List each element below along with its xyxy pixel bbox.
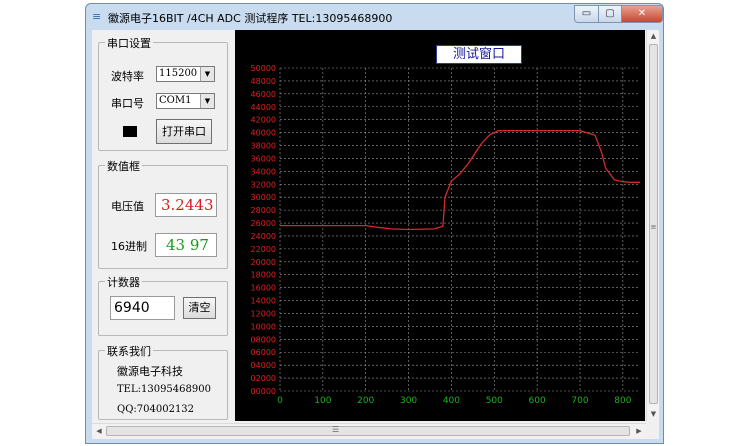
contact-group: 联系我们 徽源电子科技 TEL:13095468900 QQ:704002132 [98,343,228,420]
y-tick-label: 14000 [251,297,276,306]
y-tick-label: 22000 [251,245,276,254]
x-tick-label: 800 [614,396,631,406]
y-tick-label: 26000 [251,219,276,228]
y-tick-label: 20000 [251,258,276,267]
scroll-right-icon[interactable]: ▶ [632,424,646,438]
grip-icon: ≡ [650,223,657,231]
client-area: 串口设置 波特率 115200 ▼ 串口号 COM1 ▼ 打开串口 数值框 电压… [92,30,659,439]
baud-rate-value: 115200 [159,68,198,79]
port-label: 串口号 [111,97,144,110]
chart-area: 00000 02000 04000 06000 08000 10000 12000 14000… [235,30,645,421]
voltage-label: 电压值 [111,200,144,213]
y-tick-label: 30000 [251,193,276,202]
y-tick-label: 06000 [251,348,276,357]
count-field[interactable]: 6940 [110,296,175,320]
scroll-left-icon[interactable]: ◀ [92,424,106,438]
voltage-value: 3.2443 [155,193,217,217]
minimize-button[interactable]: ▭ [574,5,599,23]
chevron-down-icon[interactable]: ▼ [200,94,214,108]
chevron-down-icon[interactable]: ▼ [200,67,214,81]
contact-group-title: 联系我们 [105,343,153,359]
x-axis-ticks: 0 100 200 300 400 500 600 700 800 [277,396,632,406]
y-axis-ticks: 00000 02000 04000 06000 08000 10000 12000 14000… [251,64,276,396]
counter-group-title: 计数器 [105,274,142,290]
x-tick-label: 0 [277,396,283,406]
y-tick-label: 04000 [251,361,276,370]
horizontal-scrollbar[interactable]: ◀ ☰ ▶ [92,423,646,437]
y-tick-label: 50000 [251,64,276,73]
hex-value: 43 97 [155,233,217,257]
x-tick-label: 400 [443,396,460,406]
grid-layer [279,67,640,392]
y-tick-label: 24000 [251,232,276,241]
scroll-up-icon[interactable]: ▲ [647,30,660,43]
y-tick-label: 02000 [251,374,276,383]
y-tick-label: 08000 [251,335,276,344]
window-title: 徽源电子16BIT /4CH ADC 测试程序 TEL:13095468900 [108,12,393,25]
y-tick-label: 32000 [251,180,276,189]
chart-plot: 00000 02000 04000 06000 08000 10000 12000 14000… [251,64,640,406]
vertical-scrollbar[interactable]: ▲ ≡ ▼ [646,30,659,421]
open-port-button[interactable]: 打开串口 [156,119,212,144]
app-window: ≡ 徽源电子16BIT /4CH ADC 测试程序 TEL:1309546890… [85,3,664,444]
x-tick-label: 600 [529,396,546,406]
x-tick-label: 200 [357,396,374,406]
serial-settings-group: 串口设置 波特率 115200 ▼ 串口号 COM1 ▼ 打开串口 [98,35,228,151]
y-tick-label: 00000 [251,387,276,396]
grip-icon: ☰ [332,425,340,434]
hex-label: 16进制 [111,240,147,253]
y-tick-label: 12000 [251,309,276,318]
y-tick-label: 16000 [251,284,276,293]
contact-qq: QQ:704002132 [117,404,195,415]
x-tick-label: 500 [486,396,503,406]
contact-tel: TEL:13095468900 [117,384,211,395]
counter-group: 计数器 6940 清空 [98,274,228,336]
maximize-button[interactable]: ▢ [598,5,622,23]
y-tick-label: 38000 [251,142,276,151]
y-tick-label: 46000 [251,90,276,99]
x-tick-label: 700 [571,396,588,406]
horizontal-scroll-thumb[interactable] [106,426,630,436]
value-display-group: 数值框 电压值 3.2443 16进制 43 97 [98,158,228,269]
close-button[interactable]: ✕ [621,5,663,23]
y-tick-label: 10000 [251,322,276,331]
title-bar[interactable]: ≡ 徽源电子16BIT /4CH ADC 测试程序 TEL:1309546890… [86,4,663,30]
value-group-title: 数值框 [105,158,142,174]
y-tick-label: 42000 [251,116,276,125]
scroll-down-icon[interactable]: ▼ [647,408,660,421]
y-tick-label: 48000 [251,77,276,86]
wifi-icon: ≡ [92,10,102,23]
chart-title: 测试窗口 [436,45,522,64]
baud-rate-label: 波特率 [111,70,144,83]
x-tick-label: 100 [314,396,331,406]
y-tick-label: 44000 [251,103,276,112]
status-indicator [123,126,137,137]
baud-rate-select[interactable]: 115200 ▼ [156,66,215,82]
company-name: 徽源电子科技 [117,365,183,378]
y-tick-label: 40000 [251,129,276,138]
y-tick-label: 34000 [251,167,276,176]
clear-button[interactable]: 清空 [183,297,216,319]
port-select[interactable]: COM1 ▼ [156,93,215,109]
serial-group-title: 串口设置 [105,35,153,51]
x-tick-label: 300 [400,396,417,406]
y-tick-label: 28000 [251,206,276,215]
y-tick-label: 36000 [251,154,276,163]
port-value: COM1 [159,95,192,106]
y-tick-label: 18000 [251,271,276,280]
